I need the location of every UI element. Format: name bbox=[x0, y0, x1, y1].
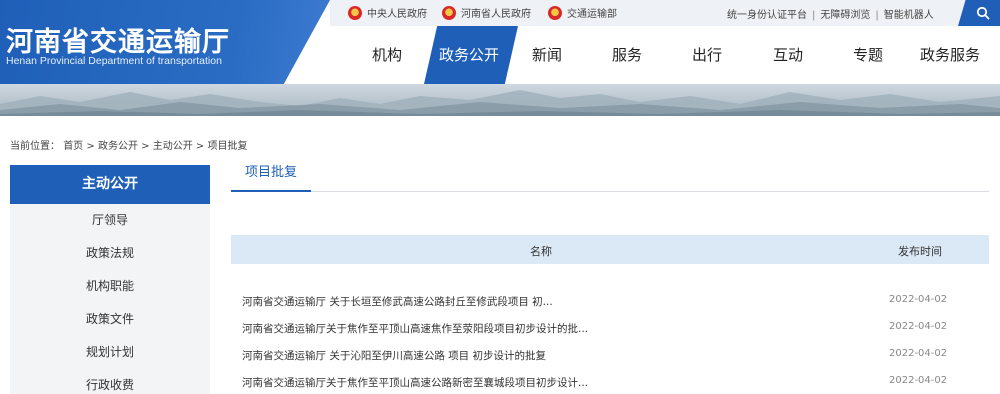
table-row: 河南省交通运输厅 关于沁阳至伊川高速公路 项目 初步设计的批复 2022-04-… bbox=[231, 342, 989, 368]
brand-logo-area[interactable]: 河南省交通运输厅 Henan Provincial Department of … bbox=[0, 0, 330, 84]
column-header-date: 发布时间 bbox=[898, 245, 942, 258]
tab-project-approvals[interactable]: 项目批复 bbox=[231, 158, 311, 192]
nav-item-services[interactable]: 服务 bbox=[612, 44, 642, 65]
national-emblem-icon bbox=[548, 5, 562, 20]
sidebar-item-policies-regulations[interactable]: 政策法规 bbox=[10, 237, 210, 270]
table-row: 河南省交通运输厅关于焦作至平顶山高速公路新密至襄城段项目初步设计... 2022… bbox=[231, 369, 989, 394]
link-label: 河南省人民政府 bbox=[461, 9, 531, 20]
breadcrumb-project-approvals[interactable]: 项目批复 bbox=[207, 141, 247, 152]
sidebar-item-leadership[interactable]: 厅领导 bbox=[10, 204, 210, 237]
breadcrumb-separator: > bbox=[141, 141, 150, 152]
row-date: 2022-04-02 bbox=[889, 321, 948, 332]
nav-item-label: 政务公开 bbox=[439, 46, 500, 64]
link-accessibility[interactable]: 无障碍浏览 bbox=[820, 10, 870, 21]
site-subtitle: Henan Provincial Department of transport… bbox=[6, 55, 222, 67]
link-henan-government[interactable]: 河南省人民政府 bbox=[442, 5, 531, 20]
national-emblem-icon bbox=[348, 5, 362, 20]
table-row: 河南省交通运输厅关于焦作至平顶山高速焦作至荥阳段项目初步设计的批... 2022… bbox=[231, 315, 989, 341]
nav-item-topics[interactable]: 专题 bbox=[853, 44, 883, 65]
link-central-government[interactable]: 中央人民政府 bbox=[348, 5, 427, 20]
link-smart-robot[interactable]: 智能机器人 bbox=[884, 10, 934, 21]
national-emblem-icon bbox=[442, 5, 456, 20]
sidebar-heading: 主动公开 bbox=[10, 165, 210, 204]
top-right-links: 统一身份认证平台 | 无障碍浏览 | 智能机器人 bbox=[727, 6, 934, 21]
row-date: 2022-04-02 bbox=[889, 348, 948, 359]
link-label: 交通运输部 bbox=[567, 9, 617, 20]
divider: | bbox=[875, 10, 879, 21]
breadcrumb-separator: > bbox=[86, 141, 95, 152]
column-header-name: 名称 bbox=[530, 245, 552, 258]
sidebar-item-admin-fees[interactable]: 行政收费 bbox=[10, 369, 210, 394]
sidebar-item-plans[interactable]: 规划计划 bbox=[10, 336, 210, 369]
breadcrumb-home[interactable]: 首页 bbox=[63, 141, 83, 152]
nav-item-gov-services[interactable]: 政务服务 bbox=[920, 44, 980, 65]
site-header: 河南省交通运输厅 Henan Provincial Department of … bbox=[0, 0, 1000, 84]
table-row: 河南省交通运输厅 关于长垣至修武高速公路封丘至修武段项目 初... 2022-0… bbox=[231, 288, 989, 314]
row-title-link[interactable]: 河南省交通运输厅关于焦作至平顶山高速焦作至荥阳段项目初步设计的批... bbox=[242, 321, 588, 336]
link-unified-auth[interactable]: 统一身份认证平台 bbox=[727, 10, 807, 21]
sidebar-item-policy-documents[interactable]: 政策文件 bbox=[10, 303, 210, 336]
breadcrumb-separator: > bbox=[195, 141, 205, 152]
sidebar-list: 厅领导 政策法规 机构职能 政策文件 规划计划 行政收费 bbox=[10, 204, 210, 394]
row-title-link[interactable]: 河南省交通运输厅 关于长垣至修武高速公路封丘至修武段项目 初... bbox=[242, 294, 553, 309]
link-label: 中央人民政府 bbox=[367, 9, 427, 20]
content-tabs: 项目批复 bbox=[231, 158, 989, 192]
breadcrumb-gov-affairs[interactable]: 政务公开 bbox=[98, 141, 138, 152]
link-ministry-of-transport[interactable]: 交通运输部 bbox=[548, 5, 617, 20]
site-title: 河南省交通运输厅 bbox=[6, 27, 230, 58]
nav-item-news[interactable]: 新闻 bbox=[532, 44, 562, 65]
row-title-link[interactable]: 河南省交通运输厅关于焦作至平顶山高速公路新密至襄城段项目初步设计... bbox=[242, 375, 588, 390]
table-header: 名称 发布时间 bbox=[231, 235, 989, 264]
nav-item-interaction[interactable]: 互动 bbox=[773, 44, 803, 65]
row-title-link[interactable]: 河南省交通运输厅 关于沁阳至伊川高速公路 项目 初步设计的批复 bbox=[242, 348, 546, 363]
search-icon bbox=[976, 6, 990, 20]
mountain-landscape-image bbox=[0, 90, 1000, 116]
breadcrumb-prefix: 当前位置： bbox=[10, 141, 60, 152]
divider: | bbox=[812, 10, 816, 21]
sidebar: 主动公开 厅领导 政策法规 机构职能 政策文件 规划计划 行政收费 bbox=[10, 165, 210, 394]
nav-item-travel[interactable]: 出行 bbox=[692, 44, 722, 65]
row-date: 2022-04-02 bbox=[889, 294, 948, 305]
nav-item-gov-affairs-active[interactable]: 政务公开 bbox=[424, 26, 518, 84]
landscape-banner bbox=[0, 84, 1000, 116]
row-date: 2022-04-02 bbox=[889, 375, 948, 386]
breadcrumb: 当前位置： 首页 > 政务公开 > 主动公开 > 项目批复 bbox=[10, 137, 247, 152]
sidebar-item-functions[interactable]: 机构职能 bbox=[10, 270, 210, 303]
breadcrumb-proactive-disclosure[interactable]: 主动公开 bbox=[153, 141, 193, 152]
nav-item-organization[interactable]: 机构 bbox=[372, 44, 402, 65]
